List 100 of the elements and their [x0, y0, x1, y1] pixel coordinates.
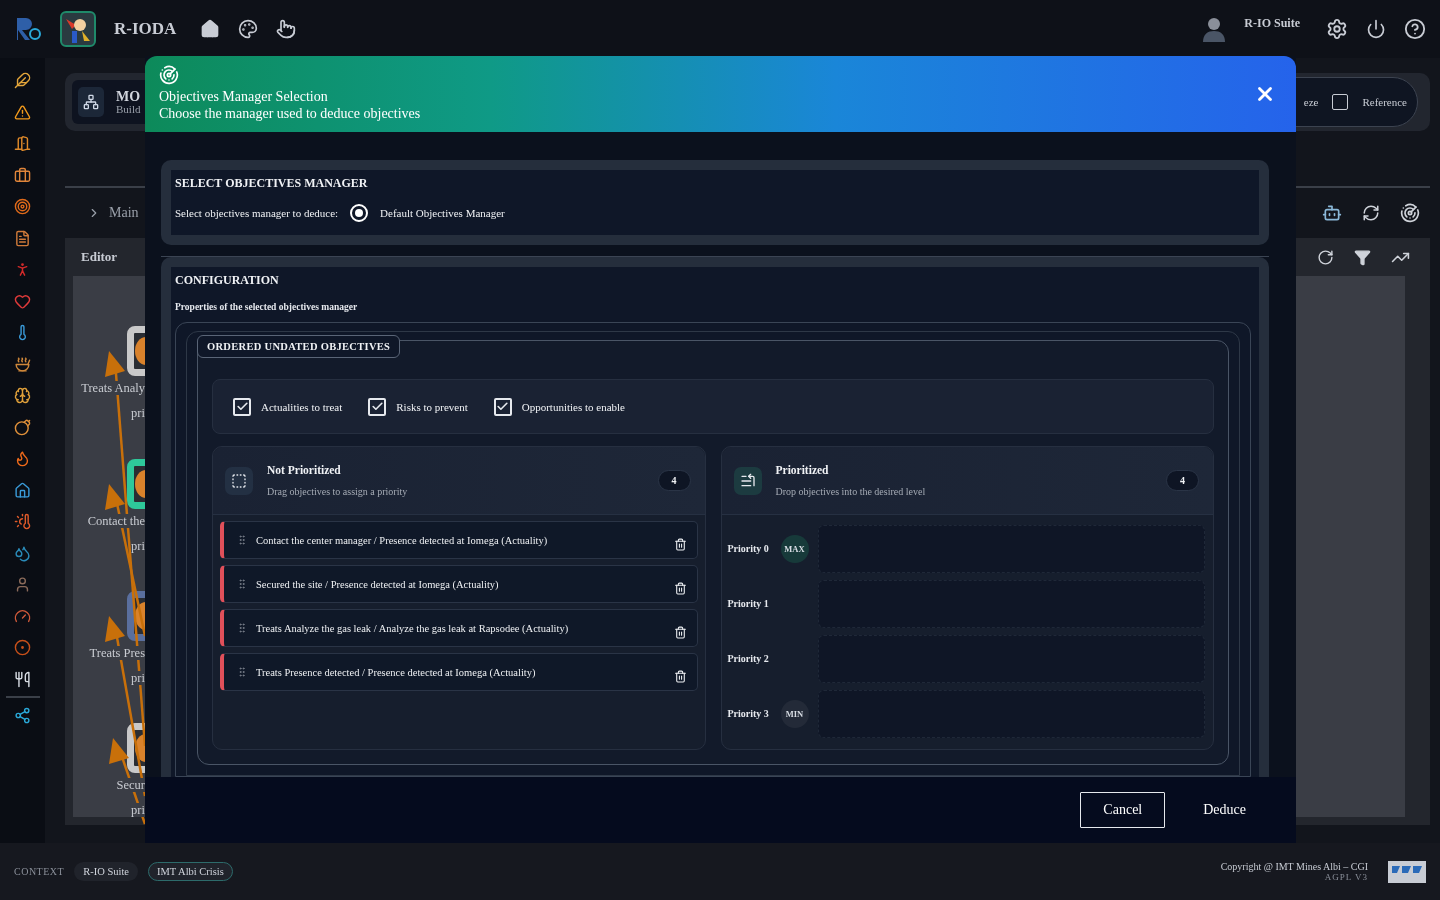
flame-icon [14, 450, 31, 467]
trash-icon[interactable] [673, 581, 687, 595]
section-heading: CONFIGURATION [175, 273, 280, 288]
trash-icon[interactable] [673, 625, 687, 639]
cancel-button[interactable]: Cancel [1080, 792, 1166, 828]
priority-label: Priority 3 [727, 707, 770, 721]
drag-handle-icon[interactable] [236, 578, 248, 590]
reference-label: Reference [1362, 96, 1407, 108]
dialog-subtitle: Choose the manager used to deduce objectives [159, 106, 422, 123]
institution-logo-icon [1388, 860, 1426, 883]
ball-icon [14, 639, 31, 656]
robot-icon[interactable] [1322, 203, 1342, 223]
node-label: pri [131, 406, 145, 421]
trash-icon[interactable] [673, 537, 687, 551]
count-badge: 4 [1166, 470, 1199, 491]
checkbox-label: Risks to prevent [396, 400, 468, 413]
brain-icon [14, 387, 31, 404]
filter-icon[interactable] [1354, 248, 1371, 266]
node-label: pri [131, 671, 145, 686]
objective-item[interactable]: Treats Presence detected / Presence detected at Iomega (Actuality) [220, 653, 698, 691]
radio-button[interactable] [350, 204, 369, 222]
field-label: Select objectives manager to deduce: [175, 207, 339, 219]
node-label: Treats Analy [81, 381, 145, 396]
license-text: AGPL V3 [1324, 872, 1368, 883]
priority-badge: MIN [780, 699, 809, 728]
list-icon [739, 472, 756, 489]
priority-label: Priority 0 [727, 542, 770, 556]
column-title: Prioritized [775, 464, 830, 476]
deduce-button[interactable]: Deduce [1187, 792, 1262, 828]
trash-icon[interactable] [673, 669, 687, 683]
checkbox[interactable] [368, 397, 387, 416]
palette-icon[interactable] [238, 19, 259, 39]
briefcase-icon [14, 166, 31, 184]
priority-label: Priority 1 [727, 597, 770, 611]
check-icon [370, 400, 384, 413]
power-icon[interactable] [1366, 19, 1386, 39]
priority-badge: MAX [780, 534, 809, 563]
checkbox[interactable] [233, 397, 251, 416]
square-icon [231, 472, 247, 489]
settings-icon[interactable] [1326, 18, 1348, 40]
heart-icon [14, 292, 31, 310]
check-icon [496, 400, 510, 413]
editor-title: Editor [81, 249, 118, 265]
drag-handle-icon[interactable] [236, 622, 248, 634]
help-icon[interactable] [1404, 18, 1426, 40]
radar-icon[interactable] [1400, 203, 1420, 223]
drag-handle-icon[interactable] [236, 534, 248, 546]
user-name: R-IO Suite [1244, 16, 1300, 31]
reference-checkbox[interactable] [1332, 94, 1349, 110]
objective-text: Contact the center manager / Presence detected at Iomega (Actuality) [256, 534, 549, 546]
node-label: Treats Pres [89, 646, 145, 661]
objective-text: Treats Analyze the gas leak / Analyze the gas leak at Rapsodee (Actuality) [256, 622, 570, 634]
bowl-icon [14, 355, 31, 373]
warning-icon [14, 103, 31, 121]
check-icon [235, 400, 249, 413]
card-subtitle: Build [116, 103, 141, 115]
node-label: Secur [116, 778, 145, 793]
app-title: R-IODA [114, 19, 177, 39]
radar-icon [159, 65, 179, 86]
dialog-title: Objectives Manager Selection [159, 89, 329, 106]
utensils-icon [14, 670, 31, 688]
radio-label: Default Objectives Manager [380, 207, 505, 219]
priority-label: Priority 2 [727, 652, 770, 666]
app-logo-icon[interactable] [60, 11, 96, 47]
bomb-icon [14, 418, 31, 436]
node-label: Contact the [87, 514, 145, 529]
objective-item[interactable]: Secured the site / Presence detected at Iomega (Actuality) [220, 565, 698, 603]
hand-pointer-icon[interactable] [276, 19, 297, 39]
count-badge: 4 [657, 470, 691, 491]
avatar-icon[interactable] [1202, 16, 1227, 42]
droplets-icon [14, 544, 31, 562]
context-label: CONTEXT [14, 866, 65, 877]
context-chip[interactable]: IMT Albi Crisis [147, 862, 233, 881]
door-icon [14, 135, 31, 152]
home-icon[interactable] [200, 19, 221, 39]
column-subtitle: Drop objectives into the desired level [775, 486, 927, 497]
checkbox-label: Actualities to treat [261, 400, 343, 413]
node-label: pri [131, 803, 145, 818]
objective-item[interactable]: Treats Analyze the gas leak / Analyze the gas leak at Rapsodee (Actuality) [220, 609, 698, 647]
breadcrumb-item[interactable]: Main [109, 205, 139, 221]
group-legend: ORDERED UNDATED OBJECTIVES [197, 335, 401, 358]
card-title: MO [116, 89, 141, 104]
node-label: pri [131, 539, 145, 554]
sync-icon[interactable] [1362, 204, 1380, 222]
target-icon [14, 198, 31, 215]
objective-text: Secured the site / Presence detected at Iomega (Actuality) [256, 578, 500, 590]
hierarchy-icon [83, 94, 99, 110]
network-icon[interactable] [14, 706, 31, 724]
context-chip[interactable]: R-IO Suite [74, 862, 138, 881]
objective-text: Treats Presence detected / Presence detected at Iomega (Actuality) [256, 666, 537, 678]
logo-icon[interactable] [14, 16, 42, 42]
copyright-text: Copyright @ IMT Mines Albi – CGI [1220, 860, 1368, 873]
checkbox[interactable] [493, 397, 512, 416]
gauge-icon [14, 607, 31, 625]
column-subtitle: Drag objectives to assign a priority [267, 486, 409, 497]
refresh-icon[interactable] [1317, 248, 1334, 266]
drag-handle-icon[interactable] [236, 666, 248, 678]
thermometer-icon [14, 513, 31, 530]
objective-item[interactable]: Contact the center manager / Presence detected at Iomega (Actuality) [220, 521, 698, 559]
house-icon [14, 481, 31, 499]
